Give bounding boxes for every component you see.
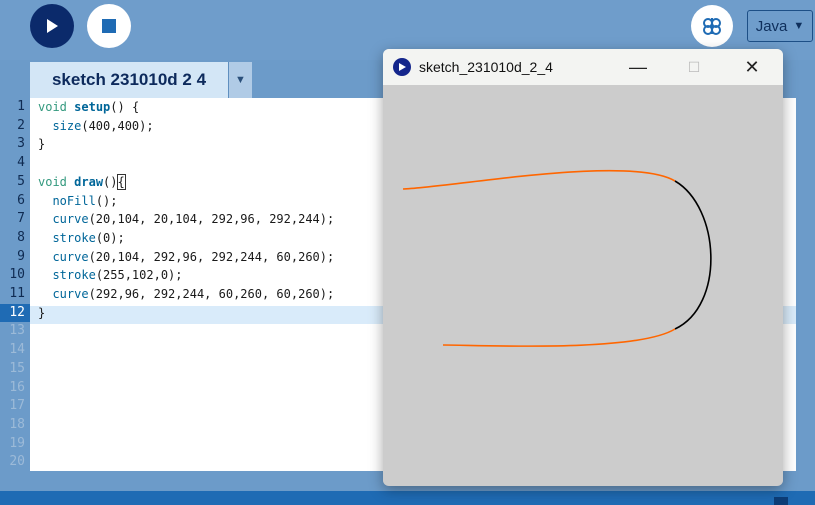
code-line-8: stroke(0); xyxy=(52,230,125,245)
tab-sketch[interactable]: sketch 231010d 2 4 xyxy=(30,62,228,98)
line-number: 20 xyxy=(9,454,25,470)
butterfly-debug-icon xyxy=(703,18,721,35)
line-number: 7 xyxy=(17,211,25,227)
line-number-current: 12 xyxy=(0,303,30,323)
line-number: 10 xyxy=(9,267,25,283)
line-number: 6 xyxy=(17,192,25,208)
code-line-6: noFill(); xyxy=(52,193,118,208)
sketch-drawing xyxy=(401,169,712,347)
line-number: 13 xyxy=(9,323,25,339)
code-line-7: curve(20,104, 20,104, 292,96, 292,244); xyxy=(52,212,335,227)
sketch-canvas[interactable] xyxy=(383,85,783,485)
close-button[interactable]: ✕ xyxy=(729,49,775,85)
editor-scrollbar[interactable] xyxy=(796,98,815,471)
line-number: 3 xyxy=(17,136,25,152)
play-icon xyxy=(47,19,58,33)
code-line-10: stroke(255,102,0); xyxy=(52,268,183,283)
line-number: 17 xyxy=(9,398,25,414)
chevron-down-icon: ▼ xyxy=(793,20,805,32)
debug-button[interactable] xyxy=(691,5,733,47)
line-number: 15 xyxy=(9,360,25,376)
chevron-down-icon: ▼ xyxy=(235,74,246,86)
code-line-2: size(400,400); xyxy=(52,118,154,133)
processing-logo-icon xyxy=(393,58,411,76)
maximize-button[interactable]: ☐ xyxy=(671,49,717,85)
line-number: 9 xyxy=(17,248,25,264)
mode-label: Java xyxy=(755,17,788,35)
mode-selector[interactable]: Java ▼ xyxy=(747,10,813,42)
console-toggle-button[interactable] xyxy=(774,497,788,505)
black-curve-right xyxy=(674,180,712,330)
line-number: 16 xyxy=(9,379,25,395)
code-line-1: void setup() { xyxy=(38,100,140,114)
code-line-9: curve(20,104, 292,96, 292,244, 60,260); xyxy=(52,249,335,264)
code-line-5: void draw(){ xyxy=(38,173,126,190)
line-gutter: 1 2 3 4 5 6 7 8 9 10 11 12 13 14 15 16 1… xyxy=(0,98,30,471)
stop-button[interactable] xyxy=(87,4,131,48)
minimize-button[interactable]: — xyxy=(615,49,661,85)
tab-label: sketch 231010d 2 4 xyxy=(51,70,207,89)
code-line-3: } xyxy=(38,137,46,152)
status-bar xyxy=(0,491,815,505)
run-button[interactable] xyxy=(30,4,74,48)
code-line-11: curve(292,96, 292,244, 60,260, 60,260); xyxy=(52,287,335,301)
orange-curve-top xyxy=(401,169,676,190)
line-number: 11 xyxy=(9,286,25,301)
line-number: 14 xyxy=(9,342,25,358)
line-number: 1 xyxy=(17,99,25,114)
stop-icon xyxy=(102,19,116,33)
code-line-12: } xyxy=(38,305,46,320)
tab-menu-button[interactable]: ▼ xyxy=(228,62,252,98)
line-number: 4 xyxy=(17,155,25,171)
sketch-window-title: sketch_231010d_2_4 xyxy=(419,59,553,75)
line-number: 18 xyxy=(9,416,25,432)
sketch-titlebar[interactable]: sketch_231010d_2_4 — ☐ ✕ xyxy=(383,49,783,85)
line-number: 19 xyxy=(9,435,25,451)
orange-curve-bottom xyxy=(442,328,676,347)
sketch-window: sketch_231010d_2_4 — ☐ ✕ xyxy=(383,49,783,486)
line-number: 2 xyxy=(17,117,25,133)
line-number: 8 xyxy=(17,229,25,245)
line-number: 5 xyxy=(17,173,25,189)
